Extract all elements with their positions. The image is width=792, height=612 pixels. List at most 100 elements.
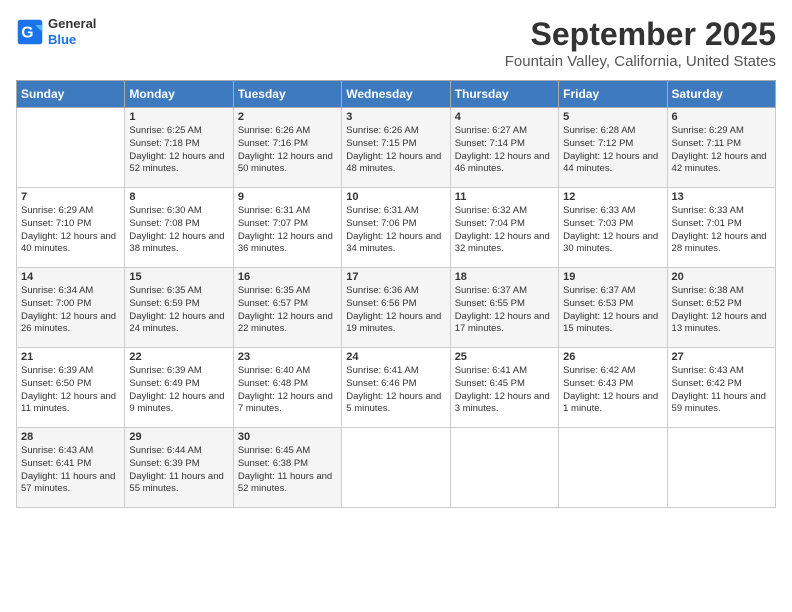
- day-cell: 2Sunrise: 6:26 AMSunset: 7:16 PMDaylight…: [233, 108, 341, 188]
- day-header-sunday: Sunday: [17, 81, 125, 108]
- day-number: 15: [129, 271, 228, 283]
- week-row-1: 1Sunrise: 6:25 AMSunset: 7:18 PMDaylight…: [17, 108, 776, 188]
- day-number: 21: [21, 351, 120, 363]
- day-cell: 24Sunrise: 6:41 AMSunset: 6:46 PMDayligh…: [342, 348, 450, 428]
- day-number: 29: [129, 431, 228, 443]
- day-cell: 29 Sunrise: 6:44 AMSunset: 6:39 PMDayligh…: [125, 428, 233, 508]
- day-cell: [342, 428, 450, 508]
- day-info: Sunrise: 6:40 AMSunset: 6:48 PMDaylight:…: [238, 365, 337, 416]
- day-info: Sunrise: 6:31 AMSunset: 7:07 PMDaylight:…: [238, 205, 337, 256]
- day-cell: 7 Sunrise: 6:29 AMSunset: 7:10 PMDaylight…: [17, 188, 125, 268]
- day-info: Sunrise: 6:37 AMSunset: 6:53 PMDaylight:…: [563, 285, 662, 336]
- day-info: Sunrise: 6:33 AMSunset: 7:03 PMDaylight:…: [563, 205, 662, 256]
- svg-text:G: G: [21, 24, 33, 41]
- day-cell: 26 Sunrise: 6:42 AMSunset: 6:43 PMDayligh…: [559, 348, 667, 428]
- day-header-monday: Monday: [125, 81, 233, 108]
- logo-icon: G: [16, 18, 44, 46]
- days-row: SundayMondayTuesdayWednesdayThursdayFrid…: [17, 81, 776, 108]
- day-cell: 6 Sunrise: 6:29 AMSunset: 7:11 PMDaylight…: [667, 108, 775, 188]
- day-info: Sunrise: 6:35 AMSunset: 6:57 PMDaylight:…: [238, 285, 337, 336]
- location-title: Fountain Valley, California, United Stat…: [505, 53, 776, 70]
- day-number: 27: [672, 351, 771, 363]
- day-info: Sunrise: 6:43 AMSunset: 6:41 PMDaylight:…: [21, 445, 120, 496]
- logo-general-text: General: [48, 16, 96, 31]
- day-info: Sunrise: 6:34 AMSunset: 7:00 PMDaylight:…: [21, 285, 120, 336]
- day-info: Sunrise: 6:29 AMSunset: 7:11 PMDaylight:…: [672, 125, 771, 176]
- page-header: G General Blue September 2025 Fountain V…: [16, 16, 776, 70]
- day-info: Sunrise: 6:35 AMSunset: 6:59 PMDaylight:…: [129, 285, 228, 336]
- day-info: Sunrise: 6:42 AMSunset: 6:43 PMDaylight:…: [563, 365, 662, 416]
- day-cell: 25 Sunrise: 6:41 AMSunset: 6:45 PMDayligh…: [450, 348, 558, 428]
- day-cell: 28Sunrise: 6:43 AMSunset: 6:41 PMDayligh…: [17, 428, 125, 508]
- month-title: September 2025: [505, 16, 776, 53]
- calendar-table: SundayMondayTuesdayWednesdayThursdayFrid…: [16, 80, 776, 508]
- day-cell: 14Sunrise: 6:34 AMSunset: 7:00 PMDayligh…: [17, 268, 125, 348]
- day-cell: 22 Sunrise: 6:39 AMSunset: 6:49 PMDayligh…: [125, 348, 233, 428]
- week-row-4: 21 Sunrise: 6:39 AMSunset: 6:50 PMDayligh…: [17, 348, 776, 428]
- day-info: Sunrise: 6:29 AMSunset: 7:10 PMDaylight:…: [21, 205, 120, 256]
- day-info: Sunrise: 6:25 AMSunset: 7:18 PMDaylight:…: [129, 125, 228, 176]
- day-number: 7: [21, 191, 120, 203]
- day-cell: 3 Sunrise: 6:26 AMSunset: 7:15 PMDaylight…: [342, 108, 450, 188]
- day-info: Sunrise: 6:44 AMSunset: 6:39 PMDaylight:…: [129, 445, 228, 496]
- day-number: 18: [455, 271, 554, 283]
- day-header-tuesday: Tuesday: [233, 81, 341, 108]
- day-number: 23: [238, 351, 337, 363]
- day-cell: 17 Sunrise: 6:36 AMSunset: 6:56 PMDayligh…: [342, 268, 450, 348]
- calendar-header: SundayMondayTuesdayWednesdayThursdayFrid…: [17, 81, 776, 108]
- day-info: Sunrise: 6:37 AMSunset: 6:55 PMDaylight:…: [455, 285, 554, 336]
- day-number: 25: [455, 351, 554, 363]
- day-info: Sunrise: 6:30 AMSunset: 7:08 PMDaylight:…: [129, 205, 228, 256]
- day-number: 19: [563, 271, 662, 283]
- day-info: Sunrise: 6:45 AMSunset: 6:38 PMDaylight:…: [238, 445, 337, 496]
- day-number: 9: [238, 191, 337, 203]
- day-cell: [667, 428, 775, 508]
- day-number: 12: [563, 191, 662, 203]
- day-cell: 1Sunrise: 6:25 AMSunset: 7:18 PMDaylight…: [125, 108, 233, 188]
- logo-blue-text: Blue: [48, 32, 76, 47]
- day-info: Sunrise: 6:26 AMSunset: 7:15 PMDaylight:…: [346, 125, 445, 176]
- day-number: 10: [346, 191, 445, 203]
- day-number: 17: [346, 271, 445, 283]
- day-header-wednesday: Wednesday: [342, 81, 450, 108]
- day-cell: 27 Sunrise: 6:43 AMSunset: 6:42 PMDayligh…: [667, 348, 775, 428]
- day-header-thursday: Thursday: [450, 81, 558, 108]
- day-cell: 10 Sunrise: 6:31 AMSunset: 7:06 PMDayligh…: [342, 188, 450, 268]
- day-cell: 20Sunrise: 6:38 AMSunset: 6:52 PMDayligh…: [667, 268, 775, 348]
- day-cell: 8 Sunrise: 6:30 AMSunset: 7:08 PMDaylight…: [125, 188, 233, 268]
- day-info: Sunrise: 6:31 AMSunset: 7:06 PMDaylight:…: [346, 205, 445, 256]
- logo: G General Blue: [16, 16, 96, 47]
- day-cell: 15 Sunrise: 6:35 AMSunset: 6:59 PMDayligh…: [125, 268, 233, 348]
- day-info: Sunrise: 6:32 AMSunset: 7:04 PMDaylight:…: [455, 205, 554, 256]
- day-info: Sunrise: 6:38 AMSunset: 6:52 PMDaylight:…: [672, 285, 771, 336]
- day-cell: 9 Sunrise: 6:31 AMSunset: 7:07 PMDaylight…: [233, 188, 341, 268]
- day-info: Sunrise: 6:27 AMSunset: 7:14 PMDaylight:…: [455, 125, 554, 176]
- day-info: Sunrise: 6:43 AMSunset: 6:42 PMDaylight:…: [672, 365, 771, 416]
- day-info: Sunrise: 6:39 AMSunset: 6:49 PMDaylight:…: [129, 365, 228, 416]
- day-number: 24: [346, 351, 445, 363]
- day-info: Sunrise: 6:39 AMSunset: 6:50 PMDaylight:…: [21, 365, 120, 416]
- day-cell: 11 Sunrise: 6:32 AMSunset: 7:04 PMDayligh…: [450, 188, 558, 268]
- title-section: September 2025 Fountain Valley, Californ…: [505, 16, 776, 70]
- day-info: Sunrise: 6:26 AMSunset: 7:16 PMDaylight:…: [238, 125, 337, 176]
- day-info: Sunrise: 6:41 AMSunset: 6:45 PMDaylight:…: [455, 365, 554, 416]
- week-row-2: 7 Sunrise: 6:29 AMSunset: 7:10 PMDaylight…: [17, 188, 776, 268]
- day-cell: [17, 108, 125, 188]
- day-number: 3: [346, 111, 445, 123]
- day-number: 11: [455, 191, 554, 203]
- day-number: 8: [129, 191, 228, 203]
- day-number: 22: [129, 351, 228, 363]
- day-number: 26: [563, 351, 662, 363]
- day-info: Sunrise: 6:28 AMSunset: 7:12 PMDaylight:…: [563, 125, 662, 176]
- day-info: Sunrise: 6:36 AMSunset: 6:56 PMDaylight:…: [346, 285, 445, 336]
- day-cell: 12 Sunrise: 6:33 AMSunset: 7:03 PMDayligh…: [559, 188, 667, 268]
- day-number: 13: [672, 191, 771, 203]
- day-number: 6: [672, 111, 771, 123]
- day-header-saturday: Saturday: [667, 81, 775, 108]
- day-number: 30: [238, 431, 337, 443]
- day-cell: 4Sunrise: 6:27 AMSunset: 7:14 PMDaylight…: [450, 108, 558, 188]
- day-cell: [450, 428, 558, 508]
- day-cell: 18 Sunrise: 6:37 AMSunset: 6:55 PMDayligh…: [450, 268, 558, 348]
- day-cell: [559, 428, 667, 508]
- calendar-body: 1Sunrise: 6:25 AMSunset: 7:18 PMDaylight…: [17, 108, 776, 508]
